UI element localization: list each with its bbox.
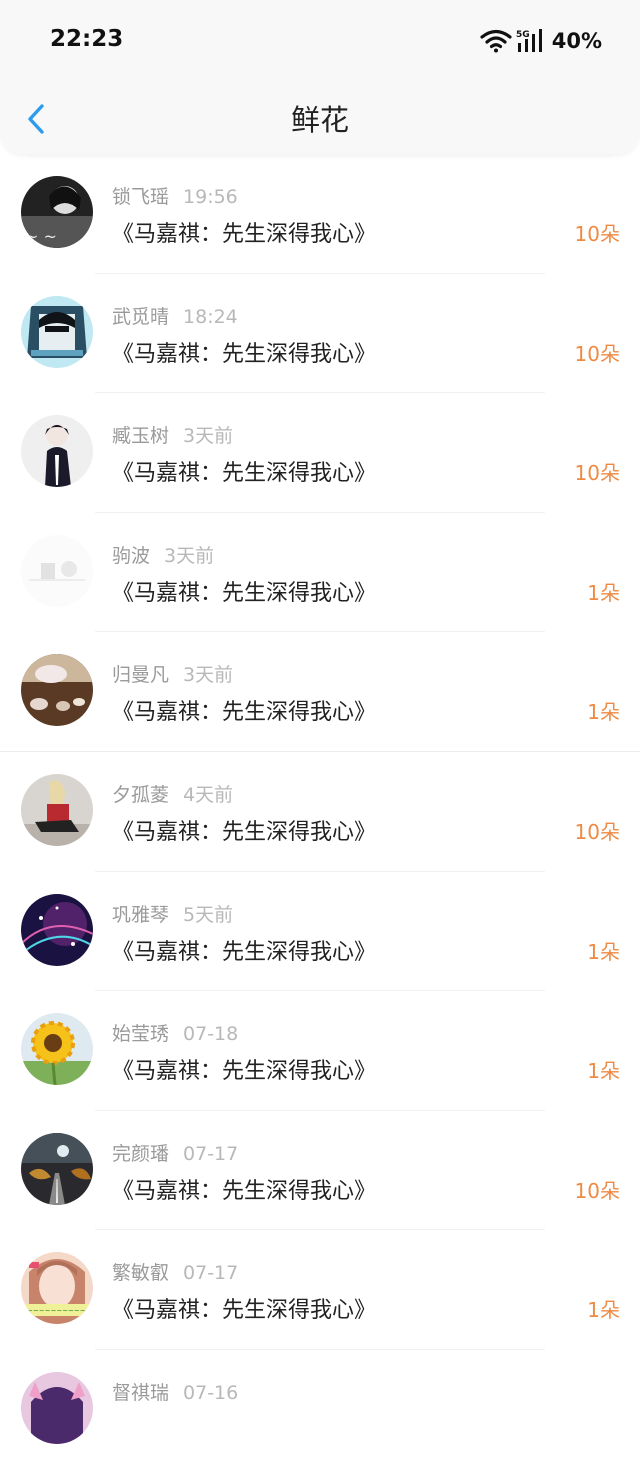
list-item[interactable]: 巩雅琴 5天前 《马嘉祺：先生深得我心》 1朵 xyxy=(0,872,640,992)
svg-text:~~~~~~~~~~: ~~~~~~~~~~ xyxy=(27,1307,86,1315)
sender-name: 臧玉树 xyxy=(112,425,170,448)
sender-line: 繁敏叡 07-17 xyxy=(112,1258,238,1285)
sender-name: 巩雅琴 xyxy=(112,903,170,926)
page-title: 鲜花 xyxy=(290,103,349,137)
signal-5g-icon: 5G xyxy=(516,29,542,52)
avatar[interactable] xyxy=(21,534,93,607)
flower-count: 10朵 xyxy=(574,461,620,486)
sent-time: 19:56 xyxy=(183,186,238,208)
book-title: 《马嘉祺：先生深得我心》 xyxy=(112,222,377,247)
list-item[interactable]: 武觅晴 18:24 《马嘉祺：先生深得我心》 10朵 xyxy=(0,274,640,394)
sender-line: 锁飞瑶 19:56 xyxy=(112,182,238,209)
avatar[interactable] xyxy=(21,1132,93,1205)
app-header: 22:23 5G 40% 鲜花 xyxy=(0,0,640,154)
wifi-icon xyxy=(480,29,512,53)
flower-count: 10朵 xyxy=(574,1178,620,1203)
sender-line: 始莹琇 07-18 xyxy=(112,1019,238,1046)
status-icons: 5G 40% xyxy=(480,26,602,56)
flower-count: 1朵 xyxy=(587,580,620,605)
sender-line: 巩雅琴 5天前 xyxy=(112,900,233,927)
book-title: 《马嘉祺：先生深得我心》 xyxy=(112,1298,377,1324)
sender-name: 始莹琇 xyxy=(112,1023,170,1046)
flower-count: 10朵 xyxy=(574,341,620,366)
flower-count: 1朵 xyxy=(587,939,620,964)
book-title: 《马嘉祺：先生深得我心》 xyxy=(112,341,377,367)
list-item[interactable]: 夕孤菱 4天前 《马嘉祺：先生深得我心》 10朵 xyxy=(0,752,640,872)
sender-name: 武觅晴 xyxy=(112,305,170,328)
sent-time: 18:24 xyxy=(183,305,238,328)
sent-time: 07-16 xyxy=(183,1381,239,1404)
sender-name: 夕孤菱 xyxy=(112,783,170,806)
flower-count: 10朵 xyxy=(574,819,620,844)
sender-name: 锁飞瑶 xyxy=(112,186,170,208)
avatar[interactable]: ~~~~~~~~~~ xyxy=(21,1252,93,1325)
sent-time: 07-18 xyxy=(183,1023,239,1046)
sent-time: 07-17 xyxy=(183,1142,239,1165)
avatar[interactable] xyxy=(21,773,93,846)
list-item[interactable]: ~ ~ 锁飞瑶 19:56 《马嘉祺：先生深得我心》 10朵 xyxy=(0,154,640,274)
flower-count: 1朵 xyxy=(587,700,620,725)
sender-line: 驹波 3天前 xyxy=(112,541,214,568)
sent-time: 07-17 xyxy=(183,1262,239,1285)
list-item[interactable]: 臧玉树 3天前 《马嘉祺：先生深得我心》 10朵 xyxy=(0,393,640,513)
list-item[interactable]: 完颜璠 07-17 《马嘉祺：先生深得我心》 10朵 xyxy=(0,1111,640,1231)
flower-list: ~ ~ 锁飞瑶 19:56 《马嘉祺：先生深得我心》 10朵 武觅晴 18:24 《… xyxy=(0,154,640,1470)
list-item[interactable]: 始莹琇 07-18 《马嘉祺：先生深得我心》 1朵 xyxy=(0,991,640,1111)
book-title: 《马嘉祺：先生深得我心》 xyxy=(112,1059,377,1085)
sender-name: 督祺瑞 xyxy=(112,1381,170,1404)
svg-text:~ ~: ~ ~ xyxy=(25,227,57,246)
avatar[interactable] xyxy=(21,654,93,727)
book-title: 《马嘉祺：先生深得我心》 xyxy=(112,819,377,845)
book-title: 《马嘉祺：先生深得我心》 xyxy=(112,580,377,606)
sent-time: 4天前 xyxy=(183,783,234,806)
book-title: 《马嘉祺：先生深得我心》 xyxy=(112,1178,377,1204)
flower-count: 1朵 xyxy=(587,1059,620,1084)
sender-name: 驹波 xyxy=(112,544,151,567)
sent-time: 5天前 xyxy=(183,903,234,926)
network-label: 5G xyxy=(516,30,530,40)
battery-level: 40% xyxy=(551,29,602,53)
book-title: 《马嘉祺：先生深得我心》 xyxy=(112,939,377,965)
avatar[interactable] xyxy=(21,893,93,966)
sent-time: 3天前 xyxy=(183,664,234,687)
status-time: 22:23 xyxy=(50,26,124,52)
sender-line: 归曼凡 3天前 xyxy=(112,660,233,687)
avatar[interactable] xyxy=(21,1371,93,1444)
avatar[interactable] xyxy=(21,415,93,488)
list-item[interactable]: 归曼凡 3天前 《马嘉祺：先生深得我心》 1朵 xyxy=(0,632,640,752)
list-item[interactable]: 督祺瑞 07-16 xyxy=(0,1350,640,1470)
sender-name: 归曼凡 xyxy=(112,664,170,687)
list-item[interactable]: ~~~~~~~~~~ 繁敏叡 07-17 《马嘉祺：先生深得我心》 1朵 xyxy=(0,1230,640,1350)
sender-name: 繁敏叡 xyxy=(112,1262,170,1285)
flower-count: 1朵 xyxy=(587,1298,620,1323)
sender-line: 完颜璠 07-17 xyxy=(112,1139,238,1166)
sender-line: 武觅晴 18:24 xyxy=(112,302,238,329)
flower-count: 10朵 xyxy=(574,222,620,246)
sent-time: 3天前 xyxy=(183,425,234,448)
avatar[interactable] xyxy=(21,295,93,368)
list-item[interactable]: 驹波 3天前 《马嘉祺：先生深得我心》 1朵 xyxy=(0,513,640,633)
book-title: 《马嘉祺：先生深得我心》 xyxy=(112,700,377,726)
avatar[interactable] xyxy=(21,1013,93,1086)
book-title: 《马嘉祺：先生深得我心》 xyxy=(112,461,377,487)
sent-time: 3天前 xyxy=(164,544,215,567)
sender-line: 臧玉树 3天前 xyxy=(112,421,233,448)
sender-line: 夕孤菱 4天前 xyxy=(112,780,233,807)
sender-name: 完颜璠 xyxy=(112,1142,170,1165)
avatar[interactable]: ~ ~ xyxy=(21,176,93,248)
sender-line: 督祺瑞 07-16 xyxy=(112,1378,238,1405)
